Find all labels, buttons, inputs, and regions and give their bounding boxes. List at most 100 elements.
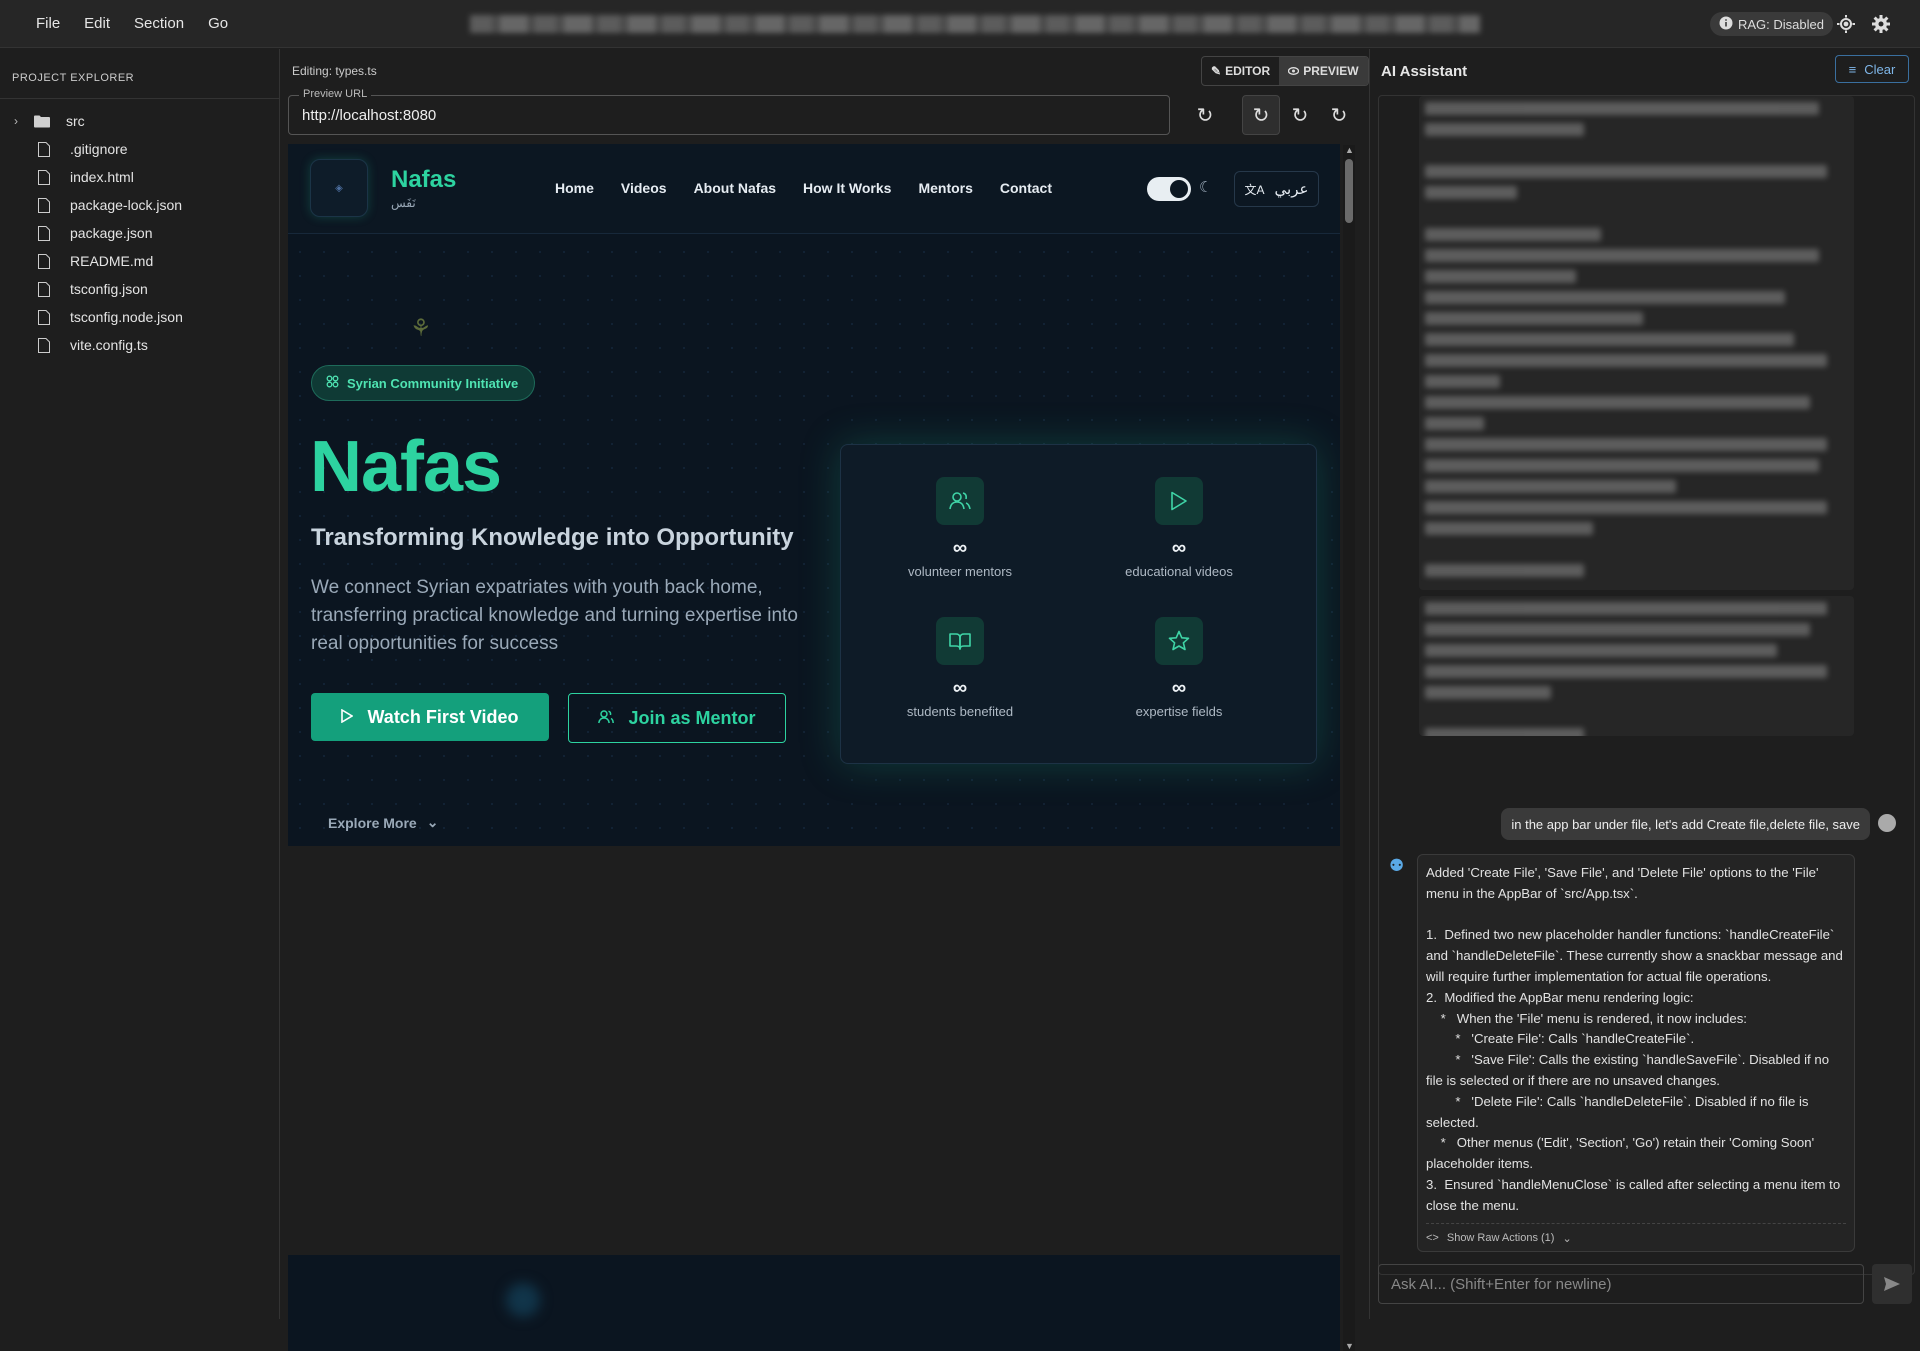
reload-icon[interactable]: ↻: [1320, 95, 1358, 135]
menu-edit[interactable]: Edit: [72, 15, 122, 32]
clear-list-icon: ≡: [1848, 61, 1857, 77]
brightness-icon[interactable]: [1834, 12, 1858, 36]
clear-button[interactable]: ≡ Clear: [1835, 55, 1909, 83]
preview-scrollbar[interactable]: ▲ ▼: [1343, 145, 1355, 1351]
reload-icon[interactable]: ↻: [1281, 95, 1319, 135]
initiative-badge: Syrian Community Initiative: [311, 365, 536, 401]
gear-icon[interactable]: [1869, 12, 1893, 36]
assistant-message-text: Added 'Create File', 'Save File', and 'D…: [1426, 865, 1843, 1213]
assistant-message: Added 'Create File', 'Save File', and 'D…: [1417, 854, 1855, 1252]
language-label: عربي: [1274, 181, 1309, 198]
stat-volunteer-mentors: ∞ volunteer mentors: [860, 477, 1060, 579]
user-message: in the app bar under file, let's add Cre…: [1501, 808, 1870, 840]
file-tree: › src .gitignore index.html package-lock…: [0, 99, 279, 359]
file-icon: [38, 309, 56, 325]
moon-icon: ☾: [1199, 179, 1213, 196]
language-button[interactable]: 文A عربي: [1234, 171, 1319, 207]
stat-label: students benefited: [906, 704, 1014, 719]
translate-icon: 文A: [1244, 182, 1265, 197]
send-icon[interactable]: [1872, 1264, 1912, 1304]
nav-contact[interactable]: Contact: [1000, 180, 1052, 196]
project-explorer: PROJECT EXPLORER › src .gitignore index.…: [0, 49, 280, 1319]
brand-name: Nafas: [391, 166, 457, 193]
tree-folder-src[interactable]: › src: [0, 107, 279, 135]
toggle-knob: [1170, 180, 1188, 198]
editing-label: Editing: types.ts: [292, 64, 377, 78]
preview-url-field[interactable]: Preview URL http://localhost:8080: [288, 88, 1170, 135]
nav-how-it-works[interactable]: How It Works: [803, 180, 891, 196]
tree-file[interactable]: index.html: [0, 163, 279, 191]
nav-videos[interactable]: Videos: [621, 180, 667, 196]
redacted-message: [1419, 596, 1854, 736]
stat-label: educational videos: [1125, 564, 1233, 579]
file-icon: [38, 225, 56, 241]
hero-title: Nafas: [310, 427, 502, 507]
tree-item-label: README.md: [70, 253, 154, 269]
explore-more-label: Explore More: [328, 814, 417, 831]
preview-tab-button[interactable]: PREVIEW: [1279, 57, 1368, 85]
tree-item-label: vite.config.ts: [70, 337, 148, 353]
editor-panel: Editing: types.ts ✎ EDITOR PREVIEW Previ…: [281, 49, 1369, 1351]
reload-icon[interactable]: ↻: [1186, 95, 1224, 135]
chevron-down-icon: ⌄: [1562, 1232, 1572, 1245]
rag-status-badge[interactable]: RAG: Disabled: [1710, 12, 1833, 36]
stat-value: ∞: [952, 677, 968, 699]
join-as-mentor-label: Join as Mentor: [628, 707, 756, 728]
window-title-redacted: [470, 15, 1480, 33]
site-nav: Home Videos About Nafas How It Works Men…: [555, 180, 1052, 196]
scroll-down-arrow[interactable]: ▼: [1345, 1341, 1354, 1351]
raw-actions-label: Show Raw Actions (1): [1446, 1232, 1555, 1245]
tree-file[interactable]: tsconfig.json: [0, 275, 279, 303]
ask-ai-input[interactable]: Ask AI... (Shift+Enter for newline): [1378, 1264, 1864, 1304]
tree-file[interactable]: tsconfig.node.json: [0, 303, 279, 331]
nav-home[interactable]: Home: [555, 180, 594, 196]
chat-history[interactable]: in the app bar under file, let's add Cre…: [1378, 95, 1915, 1275]
preview-frame-bottom: [288, 1255, 1340, 1351]
pencil-icon: ✎: [1211, 64, 1222, 78]
plant-decoration: ⚘: [410, 315, 432, 342]
community-icon: [326, 375, 339, 391]
menu-go[interactable]: Go: [196, 15, 240, 32]
tree-file[interactable]: vite.config.ts: [0, 331, 279, 359]
site-header: ◈ Nafas نَفَس Home Videos About Nafas Ho…: [288, 144, 1340, 234]
robot-icon: ⚉: [1389, 856, 1405, 875]
scroll-up-arrow[interactable]: ▲: [1345, 145, 1354, 155]
stat-value: ∞: [1171, 537, 1187, 559]
chevron-right-icon[interactable]: ›: [14, 114, 30, 128]
show-raw-actions-toggle[interactable]: <> Show Raw Actions (1) ⌄: [1426, 1222, 1846, 1245]
file-icon: [38, 141, 56, 157]
menu-file[interactable]: File: [24, 15, 72, 32]
scroll-thumb[interactable]: [1345, 159, 1353, 223]
chevron-down-icon: ⌄: [426, 814, 439, 830]
tree-file[interactable]: package.json: [0, 219, 279, 247]
join-as-mentor-button[interactable]: Join as Mentor: [568, 693, 786, 743]
app-bar: File Edit Section Go RAG: Disabled: [0, 0, 1920, 48]
explorer-title: PROJECT EXPLORER: [0, 49, 279, 99]
file-icon: [38, 253, 56, 269]
tree-file[interactable]: README.md: [0, 247, 279, 275]
url-field-value[interactable]: http://localhost:8080: [302, 107, 436, 124]
site-logo[interactable]: ◈: [310, 159, 368, 217]
watch-first-video-button[interactable]: Watch First Video: [311, 693, 549, 741]
menu-bar: File Edit Section Go: [24, 15, 240, 32]
tree-item-label: src: [66, 113, 85, 129]
url-field-label: Preview URL: [299, 88, 372, 100]
tree-file[interactable]: .gitignore: [0, 135, 279, 163]
stat-expertise-fields: ∞ expertise fields: [1079, 617, 1279, 719]
reload-icon[interactable]: ↻: [1242, 95, 1280, 135]
theme-toggle[interactable]: [1147, 177, 1191, 201]
stat-value: ∞: [952, 537, 968, 559]
nav-mentors[interactable]: Mentors: [918, 180, 972, 196]
nav-about[interactable]: About Nafas: [694, 180, 776, 196]
tree-item-label: tsconfig.json: [70, 281, 148, 297]
stat-label: expertise fields: [1135, 704, 1223, 719]
users-icon: [598, 708, 615, 729]
stats-card: ∞ volunteer mentors ∞ educational videos…: [840, 444, 1317, 764]
menu-section[interactable]: Section: [122, 15, 196, 32]
hero-subtitle: Transforming Knowledge into Opportunity: [311, 524, 794, 551]
clear-button-label: Clear: [1864, 61, 1896, 77]
tree-file[interactable]: package-lock.json: [0, 191, 279, 219]
explore-more-link[interactable]: Explore More ⌄: [328, 814, 438, 831]
star-icon: [1155, 617, 1203, 665]
editor-tab-button[interactable]: ✎ EDITOR: [1202, 57, 1279, 85]
